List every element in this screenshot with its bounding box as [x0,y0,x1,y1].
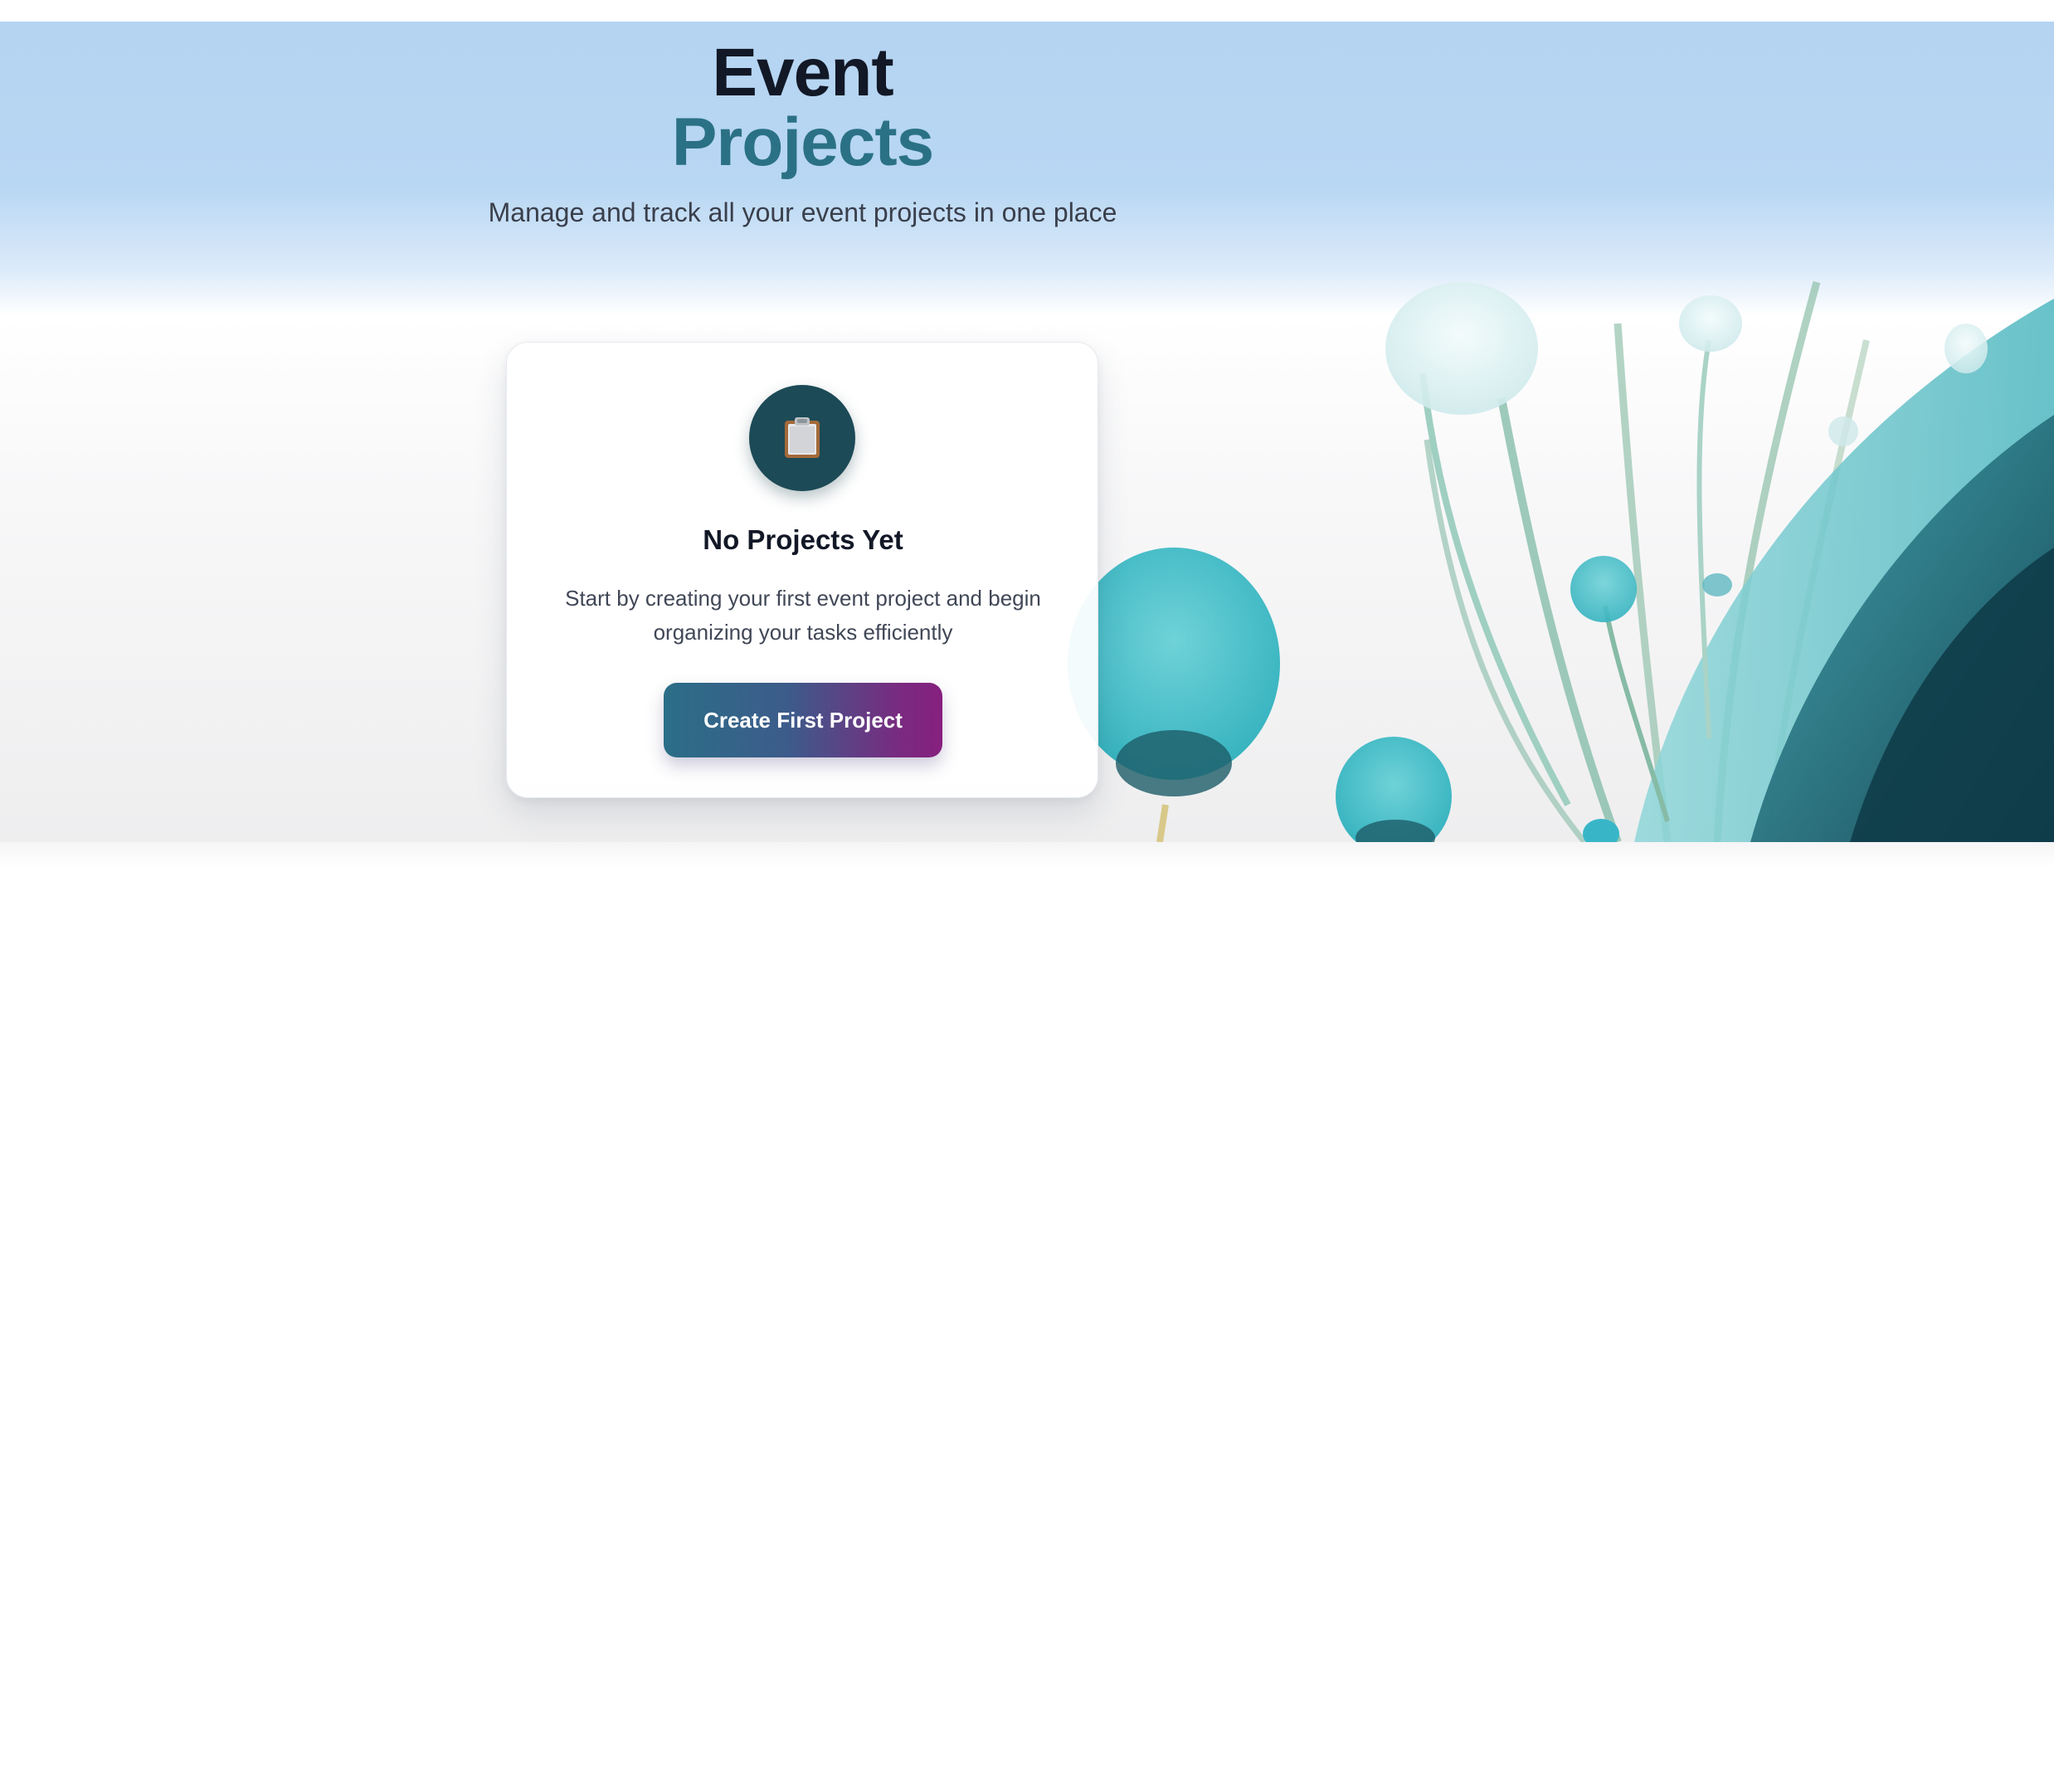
create-first-project-button[interactable]: Create First Project [664,683,942,757]
empty-state-description: Start by creating your first event proje… [565,586,1041,645]
clipboard-icon [785,417,820,458]
page-title-primary: Event [712,35,893,110]
page-subtitle: Manage and track all your event projects… [488,197,1117,227]
hero-bottom-fade [0,842,2054,867]
mushroom-scenery-illustration [1068,280,2054,842]
page: Event Projects Manage and track all your… [0,0,2054,1792]
page-header: Event Projects Manage and track all your… [415,22,1190,229]
empty-state-title: No Projects Yet [703,524,903,555]
top-strip [0,0,2054,22]
empty-state-card: No Projects Yet Start by creating your f… [506,342,1098,798]
empty-state-icon-circle [749,385,855,491]
page-title-accent: Projects [671,105,935,180]
